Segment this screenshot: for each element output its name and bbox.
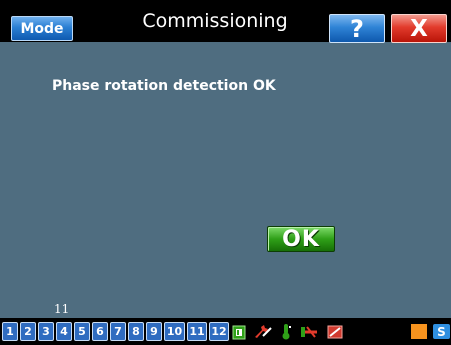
tab-11[interactable]: 11: [187, 322, 207, 341]
tab-2[interactable]: 2: [20, 322, 36, 341]
tab-7[interactable]: 7: [110, 322, 126, 341]
page-title: Commissioning: [142, 10, 288, 32]
tab-9[interactable]: 9: [146, 322, 162, 341]
screen-counter: 11: [54, 302, 70, 316]
disconnect-icon[interactable]: [324, 322, 346, 341]
s-icon[interactable]: S: [432, 322, 450, 341]
tab-6[interactable]: 6: [92, 322, 108, 341]
ok-button[interactable]: OK: [267, 226, 335, 252]
tab-1[interactable]: 1: [2, 322, 18, 341]
tab-5[interactable]: 5: [74, 322, 90, 341]
tab-10[interactable]: 10: [164, 322, 185, 341]
tab-4[interactable]: 4: [56, 322, 72, 341]
cable-warning-icon[interactable]: [298, 322, 320, 341]
tab-12[interactable]: 12: [209, 322, 229, 341]
mode-button[interactable]: Mode: [11, 16, 73, 41]
wrench-icon[interactable]: [252, 322, 274, 341]
orange-square-icon[interactable]: [410, 322, 428, 341]
tab-3[interactable]: 3: [38, 322, 54, 341]
status-message: Phase rotation detection OK: [52, 78, 276, 94]
svg-text:S: S: [437, 325, 446, 339]
help-button[interactable]: ?: [329, 14, 385, 43]
door-open-icon[interactable]: [231, 322, 247, 341]
close-button[interactable]: X: [391, 14, 447, 43]
thermometer-icon[interactable]: [278, 322, 294, 341]
tab-8[interactable]: 8: [128, 322, 144, 341]
